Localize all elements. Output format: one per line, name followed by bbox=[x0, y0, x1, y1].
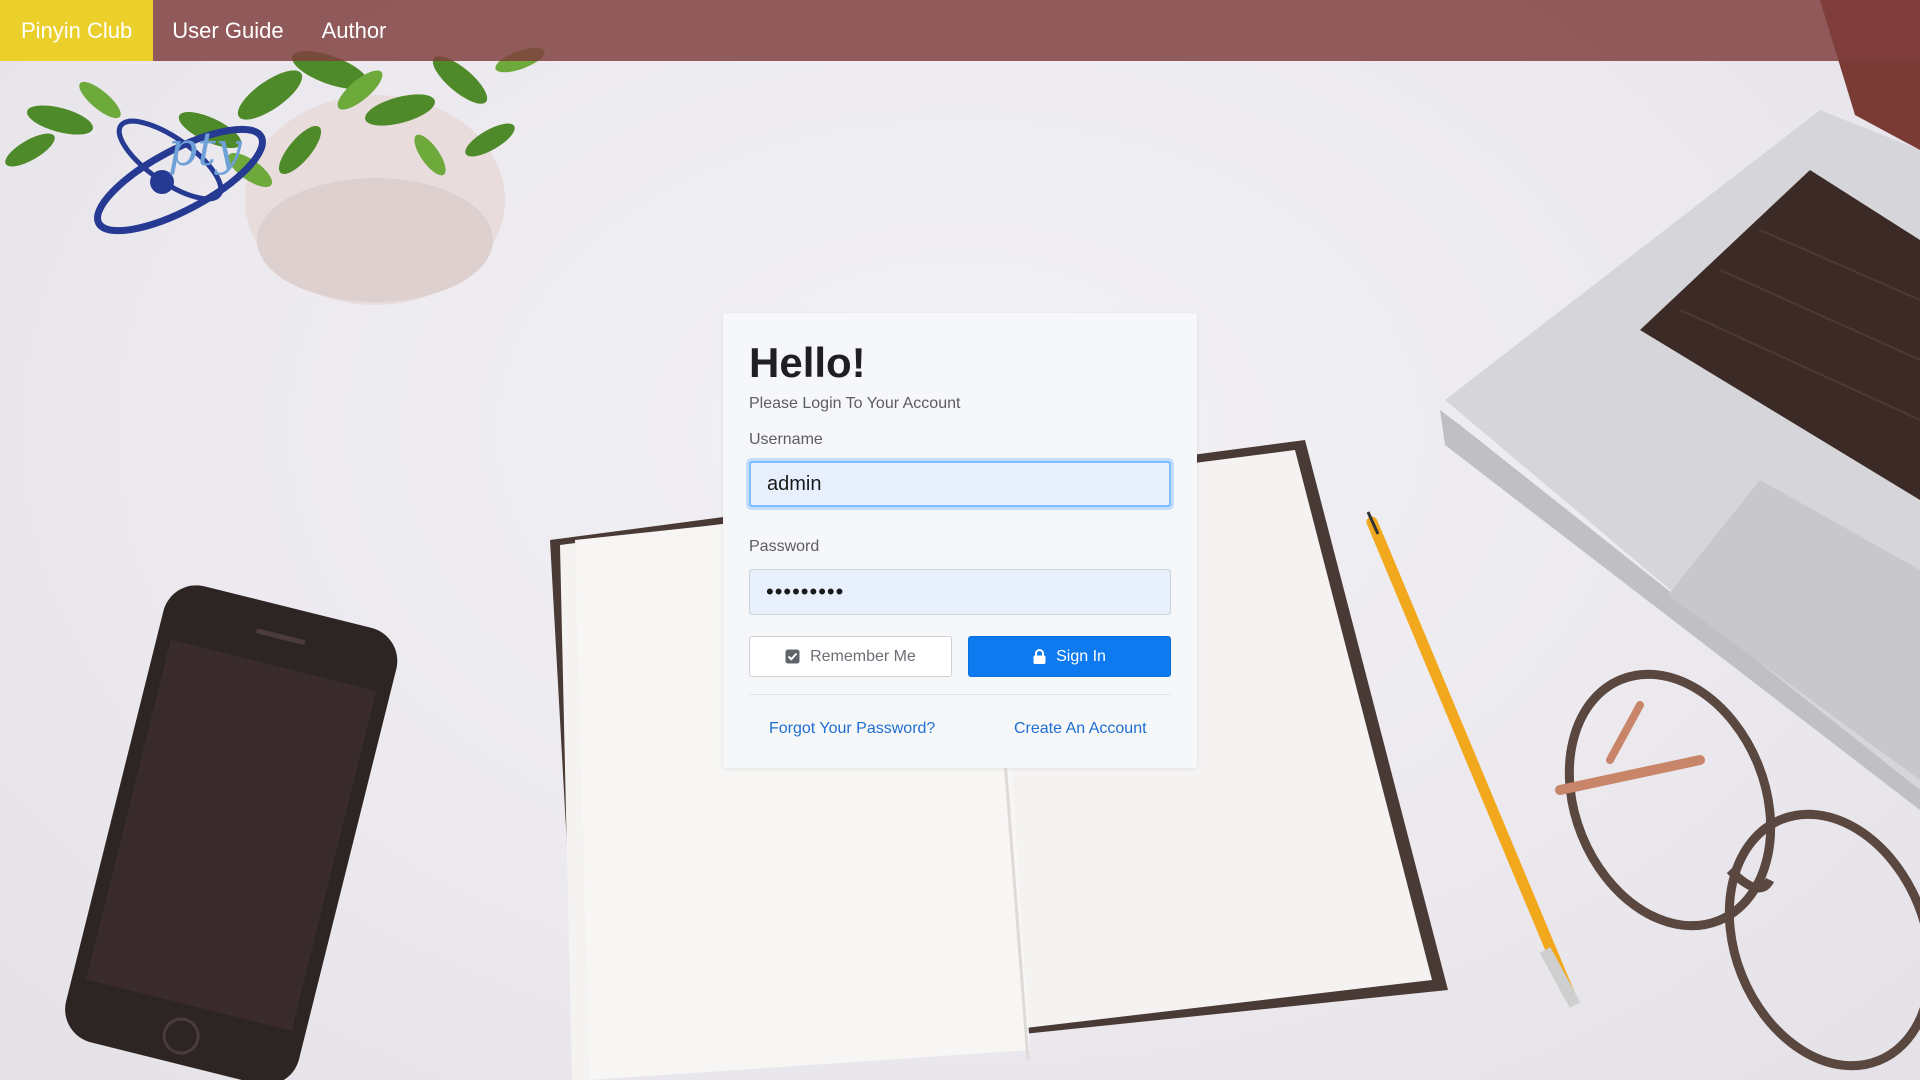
card-divider bbox=[749, 694, 1171, 695]
nav-link-user-guide[interactable]: User Guide bbox=[153, 0, 302, 61]
login-title: Hello! bbox=[749, 339, 866, 386]
forgot-password-link[interactable]: Forgot Your Password? bbox=[769, 720, 935, 738]
checkbox-checked-icon bbox=[785, 649, 800, 664]
orbit-logo-icon: pty bbox=[94, 118, 266, 235]
top-navbar: Pinyin Club User Guide Author bbox=[0, 0, 1920, 61]
remember-me-button[interactable]: Remember Me bbox=[749, 636, 952, 677]
logo-text: pty bbox=[168, 122, 243, 176]
username-input[interactable] bbox=[749, 461, 1171, 507]
login-card: Hello! Please Login To Your Account User… bbox=[723, 313, 1197, 768]
lock-icon bbox=[1033, 649, 1046, 664]
login-page: pty Pinyin Club User Guide Author Hello!… bbox=[0, 0, 1920, 1080]
login-subtitle: Please Login To Your Account bbox=[749, 395, 961, 412]
sign-in-label: Sign In bbox=[1056, 647, 1106, 665]
username-label: Username bbox=[749, 431, 823, 448]
password-input[interactable] bbox=[749, 569, 1171, 615]
password-label: Password bbox=[749, 538, 820, 555]
nav-link-author[interactable]: Author bbox=[303, 0, 406, 61]
sign-in-button[interactable]: Sign In bbox=[968, 636, 1171, 677]
create-account-link[interactable]: Create An Account bbox=[1014, 720, 1147, 738]
remember-me-label: Remember Me bbox=[810, 647, 916, 665]
nav-brand-pinyin-club[interactable]: Pinyin Club bbox=[0, 0, 154, 61]
